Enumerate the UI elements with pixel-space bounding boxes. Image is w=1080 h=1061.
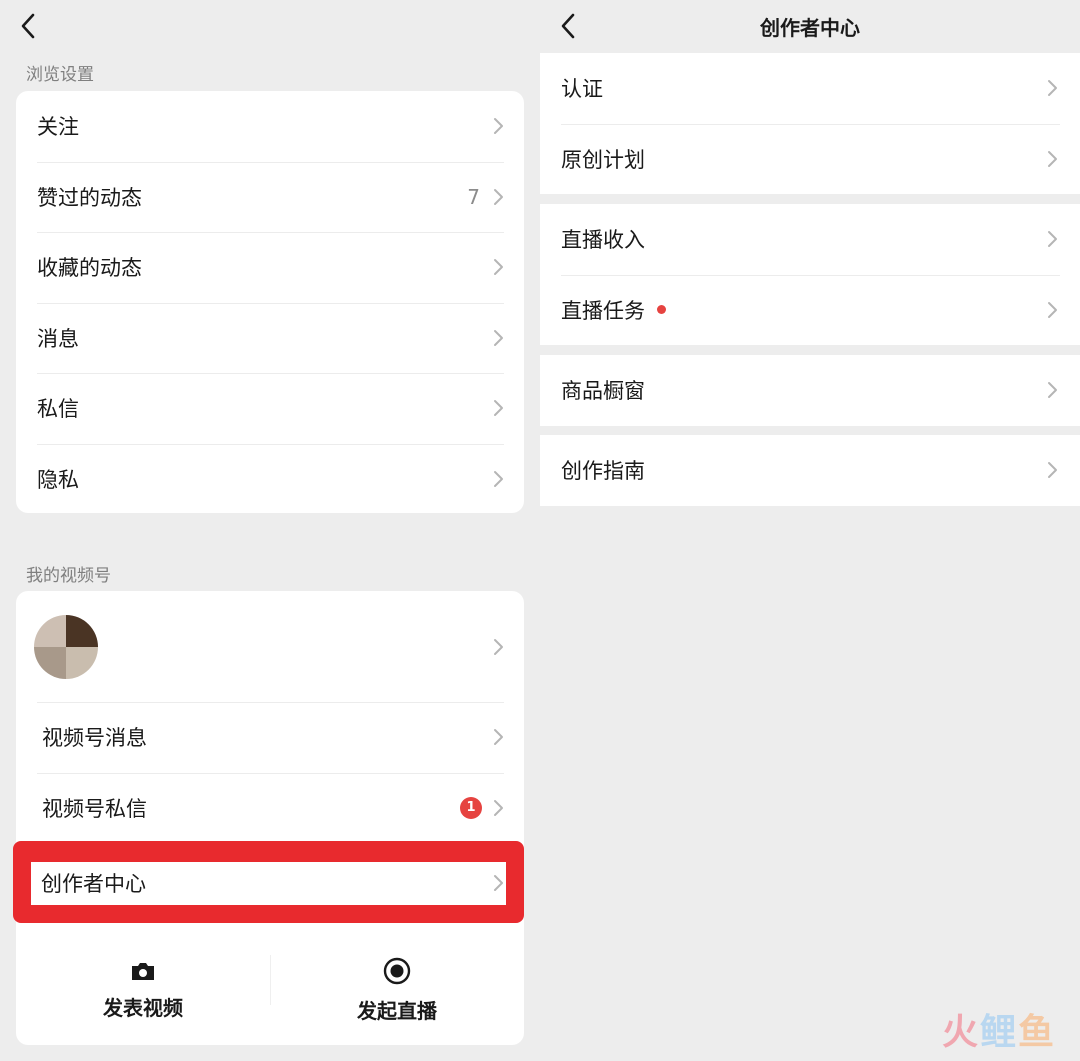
page-title: 创作者中心 [760,16,860,40]
row-label: 赞过的动态 [37,185,142,210]
browse-item-favorites[interactable]: 收藏的动态 [16,232,524,303]
go-live-button[interactable]: 发起直播 [270,935,524,1045]
browse-item-follow[interactable]: 关注 [16,91,524,162]
row-label: 收藏的动态 [37,256,142,281]
action-label: 发表视频 [103,995,183,1020]
section-label-browse: 浏览设置 [26,65,94,85]
creator-item-verification[interactable]: 认证 [540,53,1080,124]
chevron-right-icon [494,875,503,891]
back-button[interactable] [10,8,46,44]
creator-item-live-income[interactable]: 直播收入 [540,204,1080,275]
chevron-right-icon [1048,150,1057,167]
channel-item-messages[interactable]: 视频号消息 [16,702,524,773]
chevron-right-icon [494,799,503,816]
chevron-right-icon [494,470,503,487]
section-label-channels: 我的视频号 [26,566,111,586]
row-label: 直播收入 [561,228,645,253]
creator-item-guide[interactable]: 创作指南 [540,435,1080,506]
chevron-right-icon [494,400,503,417]
row-label: 商品橱窗 [561,379,645,404]
row-label: 视频号私信 [42,796,147,821]
post-video-button[interactable]: 发表视频 [16,935,270,1045]
chevron-right-icon [494,329,503,346]
watermark-logo: 火鲤鱼 [941,1012,1056,1053]
browse-item-privacy[interactable]: 隐私 [16,443,524,514]
row-label: 视频号消息 [42,726,147,751]
chevron-right-icon [494,638,503,655]
row-label: 直播任务 [561,298,645,323]
creator-group-2: 直播收入 直播任务 [540,204,1080,345]
creator-item-product-showcase[interactable]: 商品橱窗 [540,355,1080,426]
chevron-right-icon [1048,80,1057,97]
live-record-icon [383,957,411,984]
unread-badge: 1 [460,796,482,819]
chevron-right-icon [1048,301,1057,318]
chevron-right-icon [1048,231,1057,248]
row-label: 创作者中心 [41,872,146,896]
row-label: 原创计划 [561,147,645,172]
chevron-right-icon [494,259,503,276]
chevron-right-icon [494,118,503,135]
creator-group-3: 商品橱窗 [540,355,1080,426]
avatar [34,614,98,679]
liked-count: 7 [467,184,480,209]
action-label: 发起直播 [357,998,437,1023]
channel-item-private-messages[interactable]: 视频号私信 1 [16,772,524,844]
creator-group-1: 认证 原创计划 [540,53,1080,194]
camera-icon [132,962,154,980]
chevron-right-icon [1048,382,1057,399]
row-label: 隐私 [37,467,79,492]
browse-item-messages[interactable]: 消息 [16,302,524,374]
browse-item-private-messages[interactable]: 私信 [16,373,524,444]
browse-settings-card: 关注 赞过的动态 7 收藏的动态 消息 私信 隐私 [16,91,524,513]
row-label: 私信 [37,397,79,422]
row-label: 关注 [37,115,79,140]
row-label: 消息 [37,326,79,351]
right-panel: 创作者中心 认证 原创计划 直播收入 直播任务 商品橱窗 创作指南 火鲤鱼 [540,0,1080,1061]
notification-dot [657,305,666,315]
channel-item-creator-center[interactable]: 创作者中心 [31,862,506,904]
chevron-right-icon [494,729,503,746]
channel-profile-row[interactable] [16,591,524,702]
creator-item-original-plan[interactable]: 原创计划 [540,123,1080,195]
creator-group-4: 创作指南 [540,435,1080,506]
row-label: 创作指南 [561,459,645,484]
left-panel: 浏览设置 关注 赞过的动态 7 收藏的动态 消息 私信 隐私 我的视频号 视频号… [0,0,540,1061]
creator-item-live-tasks[interactable]: 直播任务 [540,274,1080,346]
chevron-right-icon [494,188,503,205]
chevron-left-icon [21,13,35,39]
chevron-right-icon [1048,462,1057,479]
row-label: 认证 [561,77,603,102]
browse-item-liked-posts[interactable]: 赞过的动态 7 [16,161,524,233]
